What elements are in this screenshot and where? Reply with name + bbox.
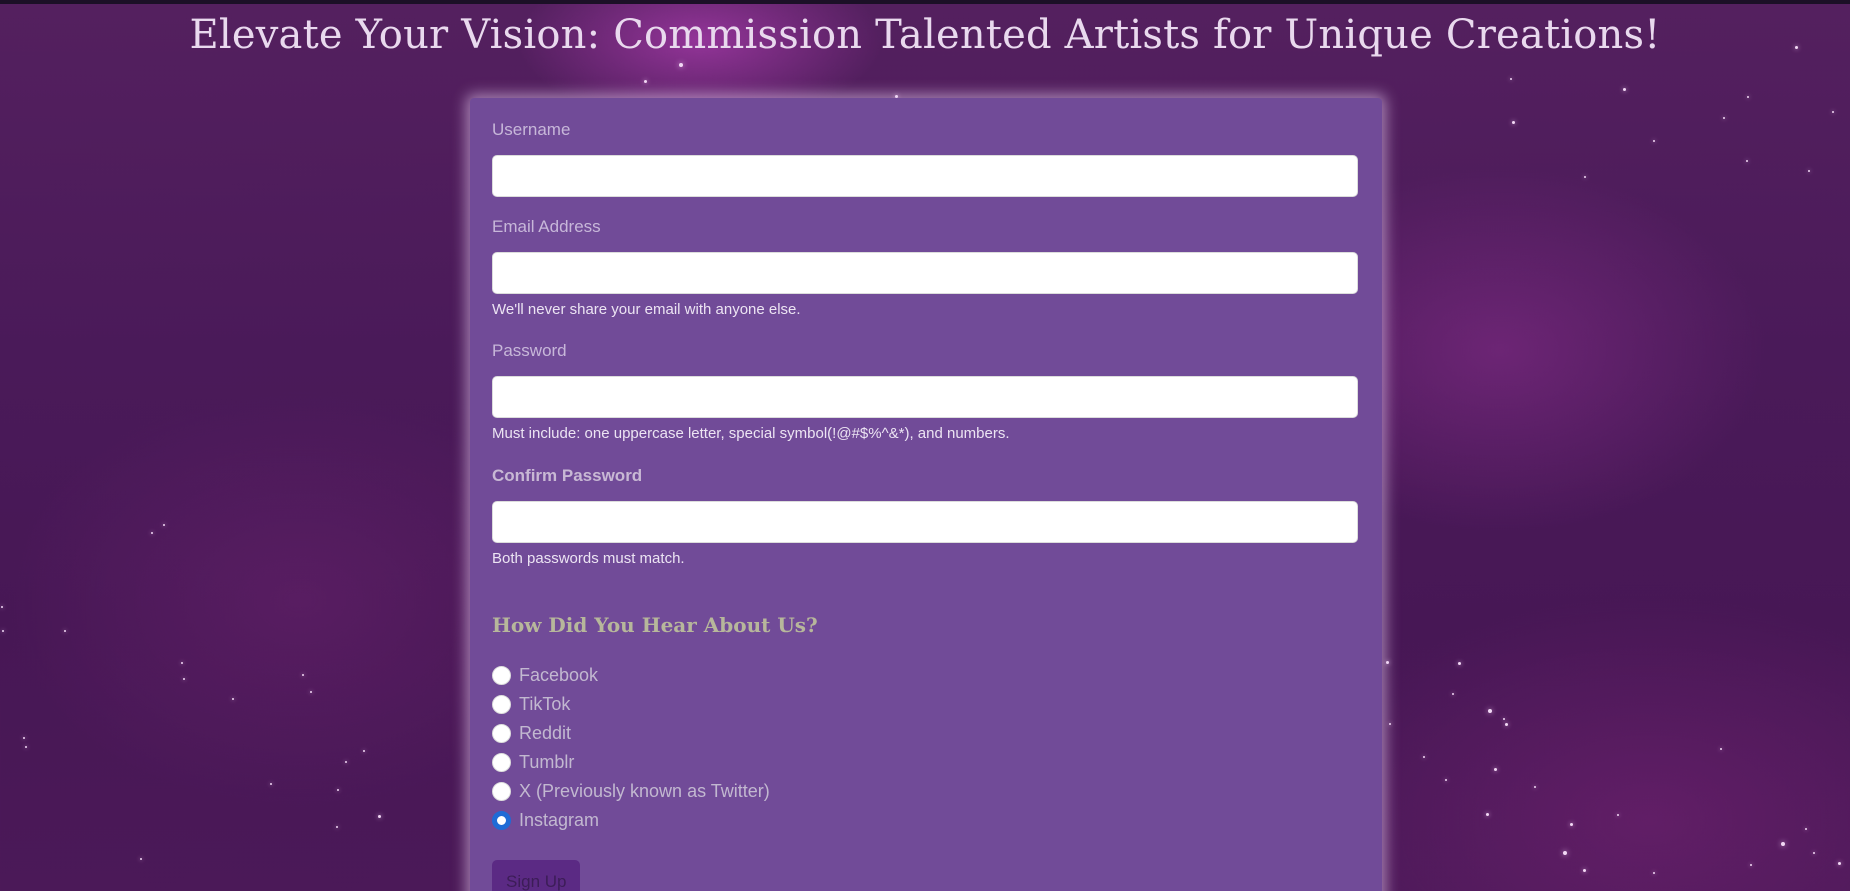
password-input[interactable]	[492, 376, 1358, 418]
star-decoration	[1512, 121, 1515, 124]
star-decoration	[183, 678, 185, 680]
star-decoration	[1505, 723, 1508, 726]
radio-tumblr[interactable]	[492, 752, 511, 772]
star-decoration	[1486, 813, 1489, 816]
referral-option-reddit: Reddit	[492, 721, 571, 745]
star-decoration	[1720, 748, 1722, 750]
email-help-text: We'll never share your email with anyone…	[492, 301, 801, 318]
username-label: Username	[492, 120, 571, 139]
star-decoration	[1781, 842, 1785, 846]
confirm-password-label: Confirm Password	[492, 466, 643, 485]
radio-label-facebook[interactable]: Facebook	[519, 665, 598, 686]
email-label: Email Address	[492, 217, 601, 236]
star-decoration	[1723, 117, 1725, 119]
star-decoration	[1653, 140, 1655, 142]
star-decoration	[302, 674, 304, 676]
star-decoration	[140, 858, 142, 860]
star-decoration	[1386, 661, 1389, 664]
page-title: Elevate Your Vision: Commission Talented…	[189, 12, 1661, 58]
star-decoration	[1583, 869, 1586, 872]
star-decoration	[1617, 814, 1619, 816]
star-decoration	[1838, 862, 1841, 865]
window-top-strip	[0, 0, 1850, 4]
confirm-password-input[interactable]	[492, 501, 1358, 543]
star-decoration	[337, 789, 339, 791]
username-input[interactable]	[492, 155, 1358, 197]
star-decoration	[363, 750, 365, 752]
referral-option-facebook: Facebook	[492, 663, 598, 687]
radio-facebook[interactable]	[492, 665, 511, 685]
sign-up-button[interactable]: Sign Up	[492, 860, 581, 891]
referral-heading: How Did You Hear About Us?	[492, 613, 818, 637]
star-decoration	[1746, 160, 1748, 162]
star-decoration	[1503, 718, 1505, 720]
radio-label-instagram[interactable]: Instagram	[519, 810, 599, 831]
star-decoration	[270, 783, 272, 785]
star-decoration	[1488, 709, 1492, 713]
radio-x[interactable]	[492, 781, 511, 801]
star-decoration	[1389, 723, 1391, 725]
password-help-text: Must include: one uppercase letter, spec…	[492, 425, 1010, 442]
radio-label-tiktok[interactable]: TikTok	[519, 694, 570, 715]
star-decoration	[1445, 779, 1447, 781]
star-decoration	[25, 746, 27, 748]
radio-label-tumblr[interactable]: Tumblr	[519, 752, 574, 773]
star-decoration	[679, 63, 683, 67]
star-decoration	[1534, 786, 1536, 788]
star-decoration	[345, 761, 347, 763]
star-decoration	[64, 630, 66, 632]
email-input[interactable]	[492, 252, 1358, 294]
star-decoration	[1750, 864, 1752, 866]
star-decoration	[1747, 96, 1749, 98]
star-decoration	[1570, 823, 1573, 826]
radio-reddit[interactable]	[492, 723, 511, 743]
star-decoration	[1510, 78, 1512, 80]
radio-label-reddit[interactable]: Reddit	[519, 723, 571, 744]
star-decoration	[1423, 756, 1425, 758]
star-decoration	[310, 691, 312, 693]
radio-label-x[interactable]: X (Previously known as Twitter)	[519, 781, 770, 802]
star-decoration	[181, 662, 183, 664]
referral-option-x: X (Previously known as Twitter)	[492, 779, 770, 803]
confirm-password-help-text: Both passwords must match.	[492, 550, 685, 567]
star-decoration	[163, 524, 165, 526]
star-decoration	[1458, 662, 1461, 665]
star-decoration	[1832, 111, 1834, 113]
star-decoration	[1563, 851, 1567, 855]
referral-option-tiktok: TikTok	[492, 692, 570, 716]
star-decoration	[1, 606, 3, 608]
password-label: Password	[492, 341, 567, 360]
star-decoration	[1805, 828, 1807, 830]
star-decoration	[378, 815, 381, 818]
referral-option-tumblr: Tumblr	[492, 750, 574, 774]
signup-form: Username Email Address We'll never share…	[470, 98, 1382, 891]
star-decoration	[1452, 693, 1454, 695]
star-decoration	[1808, 170, 1810, 172]
star-decoration	[1813, 852, 1815, 854]
star-decoration	[2, 630, 4, 632]
star-decoration	[232, 698, 234, 700]
star-decoration	[644, 80, 647, 83]
radio-instagram[interactable]	[492, 810, 511, 830]
star-decoration	[1494, 768, 1497, 771]
star-decoration	[1584, 176, 1586, 178]
referral-option-instagram: Instagram	[492, 808, 599, 832]
star-decoration	[151, 532, 153, 534]
star-decoration	[1653, 872, 1655, 874]
radio-tiktok[interactable]	[492, 694, 511, 714]
star-decoration	[336, 826, 338, 828]
star-decoration	[1623, 88, 1626, 91]
star-decoration	[23, 737, 25, 739]
